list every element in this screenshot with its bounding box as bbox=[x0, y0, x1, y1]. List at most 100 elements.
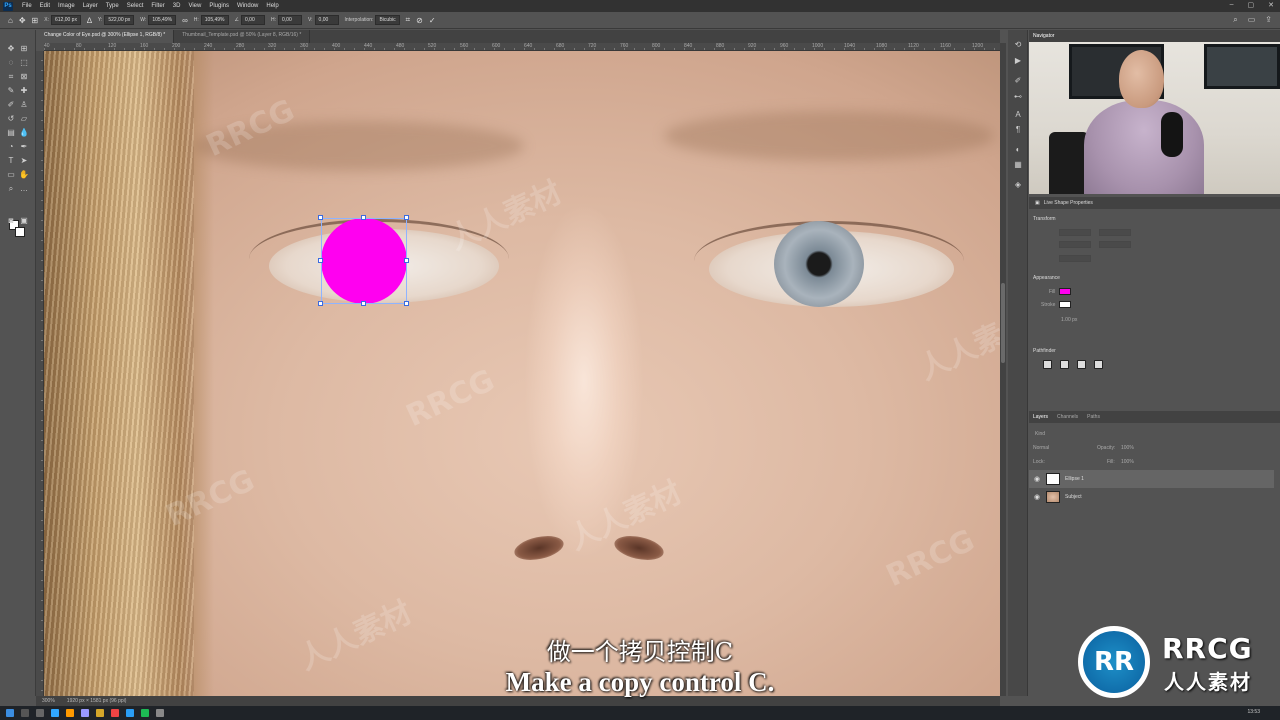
play-actions-icon[interactable]: ▶ bbox=[1013, 56, 1023, 66]
blur-tool-icon[interactable]: 💧 bbox=[19, 128, 29, 138]
h-input[interactable]: 105,49% bbox=[200, 15, 229, 25]
move-tool-icon[interactable]: ✥ bbox=[6, 44, 16, 54]
transform-handle-tl[interactable] bbox=[318, 215, 323, 220]
illustrator-app-icon[interactable] bbox=[66, 709, 74, 717]
subtract-shapes-icon[interactable] bbox=[1060, 360, 1069, 369]
color-panel-icon[interactable]: ◐ bbox=[1013, 145, 1023, 155]
3d-panel-icon[interactable]: ◈ bbox=[1013, 180, 1023, 190]
transform-x-field[interactable] bbox=[1059, 241, 1091, 248]
maximize-icon[interactable]: ▢ bbox=[1248, 1, 1255, 9]
canvas-scrollbar[interactable] bbox=[1000, 43, 1006, 696]
brush-settings-icon[interactable]: ✐ bbox=[1013, 76, 1023, 86]
swatches-icon[interactable]: ▦ bbox=[1013, 160, 1023, 170]
scroll-thumb[interactable] bbox=[1001, 283, 1005, 363]
stroke-width[interactable]: 1.00 px bbox=[1061, 317, 1077, 323]
task-view-icon[interactable] bbox=[36, 709, 44, 717]
home-icon[interactable]: ⌂ bbox=[8, 16, 13, 25]
transform-bounding-box[interactable] bbox=[321, 218, 407, 304]
menu-image[interactable]: Image bbox=[54, 3, 79, 9]
menu-file[interactable]: File bbox=[18, 3, 36, 9]
artboard-tool-icon[interactable]: ⊞ bbox=[19, 44, 29, 54]
shape-tool-icon[interactable]: ▭ bbox=[6, 170, 16, 180]
fill-color-swatch[interactable] bbox=[1059, 288, 1071, 295]
transform-handle-l[interactable] bbox=[318, 258, 323, 263]
menu-window[interactable]: Window bbox=[233, 3, 262, 9]
hand-tool-icon[interactable]: ✋ bbox=[19, 170, 29, 180]
transform-handle-bl[interactable] bbox=[318, 301, 323, 306]
screen-mode-icon[interactable]: ▣ bbox=[19, 216, 29, 226]
hskew-input[interactable]: 0,00 bbox=[278, 15, 302, 25]
start-icon[interactable] bbox=[6, 709, 14, 717]
interp-select[interactable]: Bicubic bbox=[375, 15, 400, 25]
transform-y-field[interactable] bbox=[1099, 241, 1131, 248]
move-tool-option-icon[interactable]: ✥ bbox=[19, 16, 26, 25]
close-icon[interactable]: ✕ bbox=[1268, 1, 1274, 9]
combine-shapes-icon[interactable] bbox=[1043, 360, 1052, 369]
pen-tool-icon[interactable]: ✒ bbox=[19, 142, 29, 152]
tab-change-color-of-eye[interactable]: Change Color of Eye.psd @ 300% (Ellipse … bbox=[36, 30, 175, 43]
visibility-eye-icon[interactable]: ◉ bbox=[1033, 475, 1041, 483]
transform-handle-r[interactable] bbox=[404, 258, 409, 263]
quick-mask-icon[interactable]: ◙ bbox=[6, 216, 16, 226]
character-panel-icon[interactable]: A bbox=[1013, 110, 1023, 120]
blend-mode-select[interactable]: Normal bbox=[1033, 445, 1049, 451]
appearance-section-label[interactable]: Appearance bbox=[1033, 275, 1060, 281]
tab-layers[interactable]: Layers bbox=[1033, 414, 1048, 420]
menu-select[interactable]: Select bbox=[123, 3, 148, 9]
opacity-value[interactable]: 100% bbox=[1121, 445, 1134, 451]
transform-handle-b[interactable] bbox=[361, 301, 366, 306]
menu-type[interactable]: Type bbox=[102, 3, 123, 9]
transform-w-field[interactable] bbox=[1059, 229, 1091, 236]
pathfinder-section-label[interactable]: Pathfinder bbox=[1033, 348, 1056, 354]
history-brush-icon[interactable]: ↺ bbox=[6, 114, 16, 124]
menu-view[interactable]: View bbox=[184, 3, 205, 9]
menu-layer[interactable]: Layer bbox=[79, 3, 102, 9]
clock[interactable]: 13:53 bbox=[1247, 709, 1260, 715]
commit-transform-icon[interactable]: ✓ bbox=[429, 16, 436, 25]
more-tools-icon[interactable]: … bbox=[19, 184, 29, 194]
lasso-tool-icon[interactable]: ◌ bbox=[6, 58, 16, 68]
vertical-ruler[interactable] bbox=[36, 51, 44, 696]
folder-app-icon[interactable] bbox=[96, 709, 104, 717]
minimize-icon[interactable]: – bbox=[1230, 1, 1234, 9]
zoom-tool-icon[interactable]: ⌕ bbox=[6, 184, 16, 194]
link-icon[interactable]: ∞ bbox=[182, 16, 188, 25]
crop-tool-icon[interactable]: ⌗ bbox=[6, 72, 16, 82]
navigator-tab[interactable]: Navigator bbox=[1033, 33, 1054, 39]
browser-app-icon[interactable] bbox=[111, 709, 119, 717]
path-selection-icon[interactable]: ➤ bbox=[19, 156, 29, 166]
tab-thumbnail-template[interactable]: Thumbnail_Template.psd @ 50% (Layer 8, R… bbox=[174, 30, 311, 43]
transform-h-field[interactable] bbox=[1099, 229, 1131, 236]
type-tool-icon[interactable]: T bbox=[6, 156, 16, 166]
menu-help[interactable]: Help bbox=[262, 3, 282, 9]
search-icon[interactable] bbox=[21, 709, 29, 717]
warp-icon[interactable]: ⌗ bbox=[406, 15, 411, 25]
fill-opacity-value[interactable]: 100% bbox=[1121, 459, 1134, 465]
transform-angle-field[interactable] bbox=[1059, 255, 1091, 262]
gradient-tool-icon[interactable]: ▤ bbox=[6, 128, 16, 138]
menu-edit[interactable]: Edit bbox=[36, 3, 54, 9]
visibility-eye-icon[interactable]: ◉ bbox=[1033, 493, 1041, 501]
workspace-icon[interactable]: ▭ bbox=[1248, 15, 1256, 25]
share-icon[interactable]: ⇪ bbox=[1265, 15, 1272, 25]
history-panel-icon[interactable]: ⟲ bbox=[1013, 40, 1023, 50]
y-input[interactable]: 522,00 px bbox=[104, 15, 135, 25]
layer-row-subject[interactable]: ◉ Subject bbox=[1029, 488, 1274, 506]
menu-filter[interactable]: Filter bbox=[147, 3, 168, 9]
x-input[interactable]: 612,00 px bbox=[50, 15, 81, 25]
transform-section-label[interactable]: Transform bbox=[1033, 216, 1056, 222]
tab-channels[interactable]: Channels bbox=[1057, 414, 1078, 420]
adjustments-icon[interactable]: ⊷ bbox=[1013, 92, 1023, 102]
reference-point-icon[interactable]: ⊞ bbox=[32, 16, 39, 25]
layer-row-ellipse-1[interactable]: ◉ Ellipse 1 bbox=[1029, 470, 1274, 488]
frame-tool-icon[interactable]: ⊠ bbox=[19, 72, 29, 82]
healing-brush-icon[interactable]: ✚ bbox=[19, 86, 29, 96]
transform-handle-br[interactable] bbox=[404, 301, 409, 306]
brush-tool-icon[interactable]: ✐ bbox=[6, 100, 16, 110]
photoshop-app-icon[interactable] bbox=[51, 709, 59, 717]
misc-app-icon[interactable] bbox=[156, 709, 164, 717]
music-app-icon[interactable] bbox=[141, 709, 149, 717]
layer-filter-kind[interactable]: Kind bbox=[1035, 431, 1045, 437]
vskew-input[interactable]: 0,00 bbox=[314, 15, 339, 25]
intersect-shapes-icon[interactable] bbox=[1077, 360, 1086, 369]
